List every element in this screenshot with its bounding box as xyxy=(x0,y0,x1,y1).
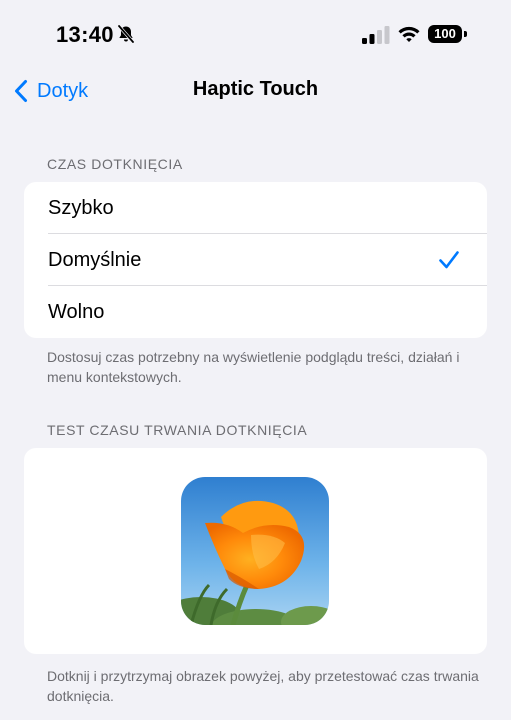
page-title: Haptic Touch xyxy=(192,78,319,100)
battery-icon: 100 xyxy=(428,25,462,43)
status-time: 13:40 xyxy=(56,22,114,47)
option-default-label: Domyślnie xyxy=(48,249,142,271)
status-bar: 13:40 100 xyxy=(0,0,511,70)
signal-icon xyxy=(362,26,390,44)
option-default[interactable]: Domyślnie xyxy=(24,234,487,286)
checkmark-icon xyxy=(439,251,459,269)
option-fast[interactable]: Szybko xyxy=(24,182,487,234)
option-fast-label: Szybko xyxy=(48,197,114,219)
option-slow-label: Wolno xyxy=(48,301,105,323)
poppy-flower-photo xyxy=(181,477,329,625)
touch-test-header: TEST CZASU TRWANIA DOTKNIĘCIA xyxy=(47,422,308,438)
touch-duration-footer: Dostosuj czas potrzebny na wyświetlenie … xyxy=(47,349,460,385)
test-photo[interactable] xyxy=(181,477,329,625)
option-slow[interactable]: Wolno xyxy=(24,286,487,338)
wifi-icon xyxy=(398,26,420,42)
touch-duration-header: CZAS DOTKNIĘCIA xyxy=(47,156,183,172)
bell-slash-icon xyxy=(117,24,135,44)
battery-cap xyxy=(464,31,467,37)
touch-duration-list: Szybko Domyślnie Wolno xyxy=(24,182,487,338)
touch-test-footer: Dotknij i przytrzymaj obrazek powyżej, a… xyxy=(47,668,479,704)
